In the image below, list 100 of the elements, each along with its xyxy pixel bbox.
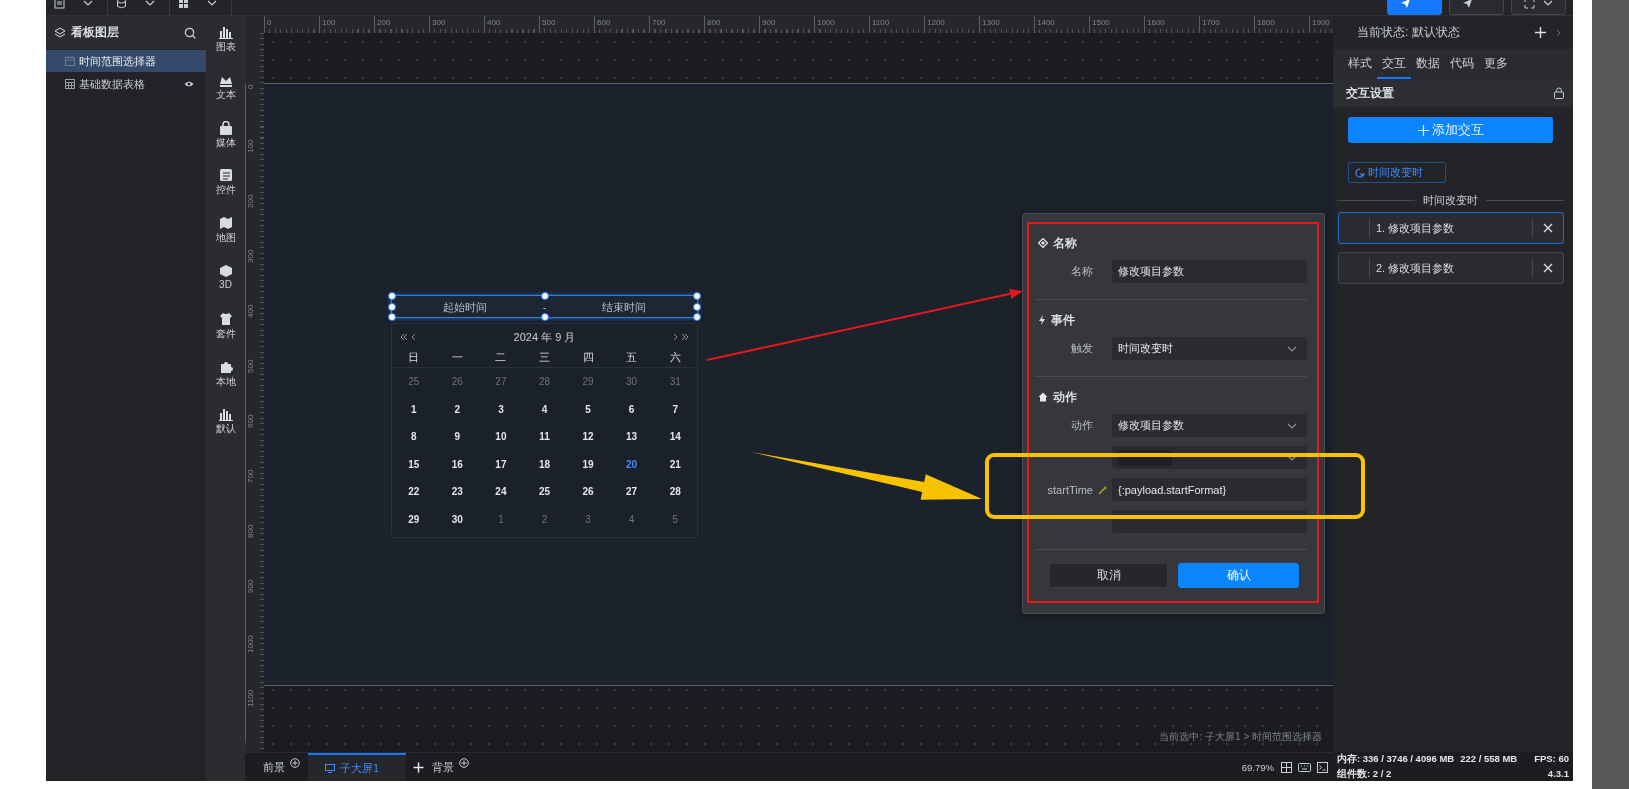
send-icon [1462, 0, 1473, 9]
ruler-label: 1300 [979, 16, 1034, 33]
calendar-day[interactable]: 5 [585, 403, 591, 415]
cancel-button[interactable]: 取消 [1049, 563, 1168, 588]
interaction-label: 1. 修改项目参数 [1375, 220, 1456, 236]
double-chevron-left-icon[interactable] [400, 333, 408, 341]
component-category[interactable]: 图表 [215, 25, 236, 73]
fit-screen-icon[interactable] [1281, 761, 1292, 773]
group-title: 时间改变时 [1423, 192, 1478, 208]
confirm-button[interactable]: 确认 [1178, 563, 1299, 588]
chevron-right-icon[interactable] [1556, 28, 1561, 37]
chevron-right-icon[interactable] [673, 333, 678, 341]
double-chevron-right-icon[interactable] [681, 333, 689, 341]
month-title: 2024 年 9 月 [513, 329, 576, 345]
calendar-day[interactable]: 1 [411, 403, 417, 415]
eye-icon[interactable] [184, 80, 194, 88]
component-category[interactable]: 媒体 [215, 120, 236, 169]
calendar-day[interactable]: 29 [408, 513, 420, 525]
interaction-item[interactable]: 1. 修改项目参数 [1338, 212, 1564, 244]
chevron-down-icon [207, 0, 217, 6]
expression-field[interactable]: {:payload.startFormat} [1112, 478, 1307, 501]
calendar-day[interactable]: 19 [582, 458, 594, 470]
component-category[interactable]: 本地 [215, 359, 236, 408]
plus-icon[interactable] [1535, 27, 1546, 38]
calendar-day[interactable]: 24 [495, 486, 507, 498]
component-category[interactable]: 地图 [215, 216, 236, 264]
close-icon[interactable] [1543, 223, 1553, 233]
calendar-day[interactable]: 21 [669, 458, 681, 470]
tab[interactable]: 更多 [1479, 49, 1513, 79]
calendar-day[interactable]: 26 [582, 486, 594, 498]
wand-icon[interactable] [1097, 484, 1108, 495]
terminal-icon[interactable] [1317, 761, 1328, 773]
house-icon [1038, 392, 1048, 402]
calendar-day[interactable]: 6 [628, 403, 635, 415]
bar-chart-icon [218, 407, 233, 422]
ruler-label: 600 [245, 413, 257, 468]
calendar-day[interactable]: 3 [498, 403, 504, 415]
component-category[interactable]: 套件 [215, 311, 236, 360]
calendar-day[interactable]: 22 [408, 486, 420, 498]
search-icon[interactable] [184, 26, 196, 39]
calendar-day[interactable]: 10 [495, 431, 507, 443]
calendar-day[interactable]: 15 [408, 458, 420, 470]
dropdown[interactable]: 修改项目参数 [1112, 414, 1307, 437]
map-icon [218, 216, 233, 231]
keyboard-icon[interactable] [1298, 762, 1311, 772]
end-date-input[interactable]: 结束时间 [550, 297, 697, 316]
calendar-day[interactable]: 14 [669, 431, 681, 443]
calendar-day[interactable]: 23 [451, 486, 463, 498]
weekday-label: 五 [626, 350, 638, 365]
layer-item[interactable]: 基础数据表格 [46, 73, 206, 95]
add-circle-icon[interactable] [290, 758, 300, 768]
layer-item[interactable]: 时间范围选择器 [46, 50, 206, 72]
selection-path: 当前选中: 子大屏1 > 时间范围选择器 [1159, 730, 1322, 744]
component-category[interactable]: 文本 [215, 72, 236, 121]
lock-icon[interactable] [1554, 87, 1564, 99]
start-date-input[interactable]: 起始时间 [392, 297, 539, 316]
event-button[interactable]: 时间改变时 [1348, 162, 1446, 183]
resize-handle[interactable] [540, 292, 549, 300]
interaction-item[interactable]: 2. 修改项目参数 [1338, 252, 1564, 284]
calendar-day[interactable]: 17 [495, 458, 507, 470]
date-range-field[interactable]: 起始时间 - 结束时间 [391, 295, 698, 318]
tab[interactable]: 代码 [1445, 49, 1479, 79]
calendar-day[interactable]: 18 [538, 458, 551, 470]
screen-tab[interactable]: 前景 [263, 759, 285, 775]
calendar-day[interactable]: 16 [451, 458, 463, 470]
calendar-day[interactable]: 7 [672, 403, 678, 415]
ruler-label: 800 [245, 523, 257, 578]
section-title: 动作 [1053, 389, 1077, 405]
ruler-label: 900 [759, 16, 814, 33]
tab[interactable]: 样式 [1343, 49, 1377, 79]
ruler-label: 700 [245, 468, 257, 523]
text-field[interactable]: 修改项目参数 [1112, 260, 1307, 283]
add-circle-icon[interactable] [459, 758, 469, 768]
calendar-day[interactable]: 2 [454, 403, 461, 415]
component-category[interactable]: 控件 [215, 168, 236, 217]
ruler-label: 800 [704, 16, 759, 33]
calendar-day[interactable]: 13 [626, 431, 638, 443]
calendar-day[interactable]: 20 [626, 458, 638, 470]
calendar-day[interactable]: 11 [539, 431, 550, 443]
panel-title: 看板图层 [71, 24, 120, 41]
calendar-day[interactable]: 4 [541, 403, 548, 415]
dropdown[interactable]: 时间改变时 [1112, 337, 1307, 360]
chevron-left-icon[interactable] [411, 333, 416, 341]
resize-handle[interactable] [540, 313, 549, 321]
calendar-day[interactable]: 27 [626, 486, 638, 498]
version-label: 4.3.1 [1547, 767, 1569, 781]
calendar-day[interactable]: 9 [454, 431, 461, 443]
tab[interactable]: 数据 [1411, 49, 1445, 79]
close-icon[interactable] [1543, 263, 1553, 273]
plus-icon[interactable] [413, 761, 424, 773]
component-category[interactable]: 默认 [215, 407, 236, 456]
ruler-label: 1000 [814, 16, 869, 33]
component-category[interactable]: 3D [218, 264, 233, 312]
calendar-day[interactable]: 25 [538, 486, 551, 498]
screen-tab[interactable]: 背景 [432, 759, 454, 775]
calendar-day[interactable]: 30 [451, 513, 463, 525]
calendar-day[interactable]: 8 [411, 431, 417, 443]
calendar-day[interactable]: 28 [669, 486, 681, 498]
ruler-label: 600 [594, 16, 649, 33]
calendar-day[interactable]: 12 [582, 431, 594, 443]
